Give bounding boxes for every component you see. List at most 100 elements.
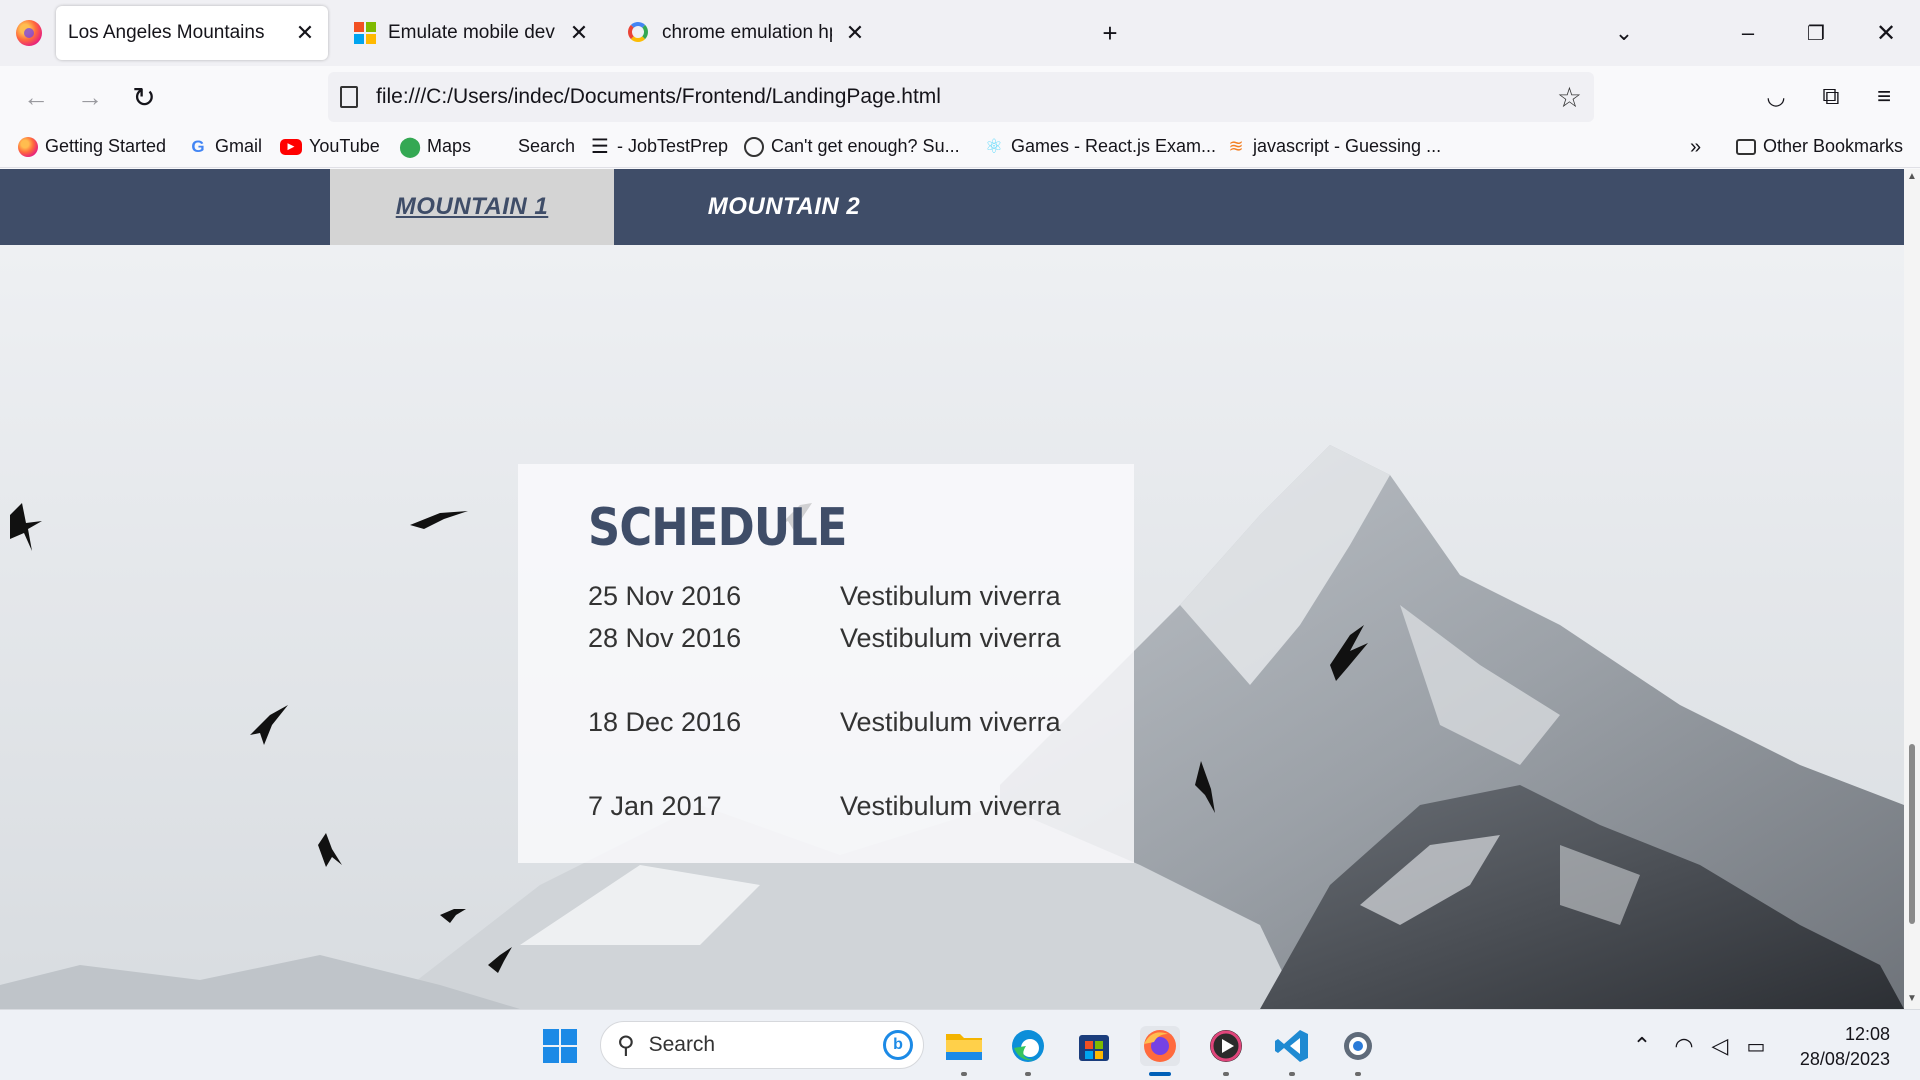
tab-title: Emulate mobile devices (Device	[388, 22, 556, 43]
schedule-date: 25 Nov 2016	[588, 581, 742, 611]
bookmark-label: Maps	[427, 136, 472, 156]
schedule-description: Vestibulum viverra	[840, 623, 1061, 653]
maps-pin-icon: ⬤	[398, 136, 422, 158]
firefox-icon[interactable]	[1140, 1026, 1180, 1076]
tab-title: chrome emulation hp zbook 15	[662, 22, 832, 43]
edge-icon[interactable]	[1008, 1026, 1048, 1076]
scroll-down-arrow-icon[interactable]: ▼	[1906, 993, 1918, 1005]
close-tab-icon[interactable]: ✕	[842, 20, 868, 46]
scroll-up-arrow-icon[interactable]: ▲	[1906, 171, 1918, 183]
youtube-icon: ▶	[280, 138, 302, 155]
react-icon: ⚛	[985, 136, 1003, 158]
tab-los-angeles-mountains[interactable]: Los Angeles Mountains ✕	[56, 6, 328, 60]
close-window-icon[interactable]: ✕	[1866, 13, 1906, 53]
reload-icon[interactable]: ↻	[124, 77, 164, 117]
volume-icon[interactable]: ◁	[1706, 1026, 1734, 1066]
schedule-title: SCHEDULE	[588, 498, 847, 558]
url-text[interactable]: file:///C:/Users/indec/Documents/Fronten…	[376, 85, 1557, 109]
bookmark-games-react[interactable]: ⚛ Games - React.js Exam...	[984, 136, 1217, 158]
microsoft-icon	[354, 22, 376, 44]
bookmark-label: Games - React.js Exam...	[1011, 136, 1217, 156]
close-tab-icon[interactable]: ✕	[292, 20, 318, 46]
schedule-description: Vestibulum viverra	[840, 707, 1061, 737]
running-indicator	[1355, 1072, 1361, 1076]
google-icon	[628, 22, 650, 44]
running-indicator	[1289, 1072, 1295, 1076]
folder-icon	[1736, 138, 1756, 155]
running-indicator	[961, 1072, 967, 1076]
windows-start-icon[interactable]	[540, 1026, 580, 1066]
bookmark-cant-get-enough[interactable]: Can't get enough? Su...	[744, 136, 960, 157]
firefox-menu-icon[interactable]	[16, 20, 42, 46]
page-viewport: MOUNTAIN 1 MOUNTAIN 2 SCHEDULE 25 Nov 20…	[0, 169, 1904, 1009]
hamburger-menu-icon[interactable]: ≡	[1864, 77, 1904, 117]
running-indicator	[1025, 1072, 1031, 1076]
pocket-icon[interactable]: ◡	[1756, 77, 1796, 117]
extensions-puzzle-icon[interactable]: ⧉	[1811, 77, 1851, 117]
stackoverflow-icon: ≋	[1228, 136, 1244, 156]
bookmark-label: - JobTestPrep	[617, 136, 729, 156]
schedule-card: SCHEDULE 25 Nov 2016 Vestibulum viverra …	[518, 464, 1134, 863]
browser-toolbar: ← → ↻ file:///C:/Users/indec/Documents/F…	[0, 66, 1920, 128]
bookmark-label: Getting Started	[45, 136, 167, 156]
nav-tab-mountain-2[interactable]: MOUNTAIN 2	[642, 169, 926, 245]
show-hidden-icons-chevron-icon[interactable]: ⌃	[1622, 1026, 1662, 1066]
bookmark-label: Gmail	[215, 136, 263, 156]
bing-chat-icon[interactable]: b	[883, 1030, 913, 1060]
taskbar-search-box[interactable]: ⚲ Search b	[600, 1021, 924, 1069]
tab-chrome-emulation[interactable]: chrome emulation hp zbook 15 ✕	[612, 6, 878, 60]
bookmark-javascript-guessing[interactable]: ≋ javascript - Guessing ...	[1226, 136, 1441, 157]
schedule-date: 7 Jan 2017	[588, 791, 722, 821]
active-indicator	[1149, 1072, 1171, 1076]
nav-tab-mountain-1[interactable]: MOUNTAIN 1	[330, 169, 614, 245]
globe-icon	[744, 136, 764, 157]
bookmark-label: javascript - Guessing ...	[1253, 136, 1442, 156]
close-tab-icon[interactable]: ✕	[566, 20, 592, 46]
address-bar[interactable]: file:///C:/Users/indec/Documents/Fronten…	[328, 72, 1594, 122]
file-explorer-icon[interactable]	[944, 1026, 984, 1076]
settings-icon[interactable]	[1338, 1026, 1378, 1076]
schedule-description: Vestibulum viverra	[840, 581, 1061, 611]
media-player-icon[interactable]	[1206, 1026, 1246, 1076]
bookmarks-toolbar: Getting Started G Gmail ▶ YouTube ⬤ Maps…	[0, 128, 1920, 168]
tab-emulate-mobile-devices[interactable]: Emulate mobile devices (Device ✕	[338, 6, 602, 60]
list-all-tabs-icon[interactable]: ⌄	[1604, 13, 1644, 53]
bookmark-label: YouTube	[309, 136, 380, 156]
bookmark-label: Search	[518, 136, 576, 156]
back-arrow-icon[interactable]: ←	[16, 77, 56, 117]
bookmark-star-icon[interactable]: ☆	[1557, 81, 1582, 114]
taskbar-clock[interactable]: 12:08 28/08/2023	[1800, 1022, 1890, 1072]
minimize-icon[interactable]: –	[1728, 13, 1768, 53]
schedule-date: 28 Nov 2016	[588, 623, 742, 653]
vscode-icon[interactable]	[1272, 1026, 1312, 1076]
running-indicator	[1223, 1072, 1229, 1076]
page-nav-bar: MOUNTAIN 1 MOUNTAIN 2	[0, 169, 1904, 245]
clock-date: 28/08/2023	[1799, 1049, 1890, 1069]
tab-title: Los Angeles Mountains	[68, 22, 265, 43]
restore-icon[interactable]: ❐	[1796, 13, 1836, 53]
wifi-icon[interactable]: ◠	[1670, 1026, 1698, 1066]
bookmark-label: Can't get enough? Su...	[771, 136, 960, 156]
scrollbar-thumb[interactable]	[1909, 744, 1915, 924]
google-icon: G	[191, 136, 205, 156]
bookmark-gmail[interactable]: G Gmail	[188, 136, 262, 157]
page-file-icon	[340, 86, 358, 108]
windows-taskbar: ⚲ Search b ⌃ ◠ ◁ ▭ 12:08 28/08/2023	[0, 1009, 1920, 1080]
bookmark-label: Other Bookmarks	[1763, 136, 1904, 156]
new-tab-icon[interactable]: +	[1090, 13, 1130, 53]
forward-arrow-icon[interactable]: →	[70, 77, 110, 117]
desktop-screen: Los Angeles Mountains ✕ Emulate mobile d…	[0, 0, 1920, 1080]
bookmark-jobtestprep[interactable]: ☰ - JobTestPrep	[590, 136, 729, 158]
bookmark-youtube[interactable]: ▶ YouTube	[280, 136, 380, 157]
bookmark-maps[interactable]: ⬤ Maps	[398, 136, 472, 158]
clock-time: 12:08	[1844, 1024, 1890, 1044]
battery-icon[interactable]: ▭	[1742, 1026, 1770, 1066]
browser-tab-bar: Los Angeles Mountains ✕ Emulate mobile d…	[0, 0, 1920, 66]
search-icon: ⚲	[617, 1031, 635, 1059]
more-bookmarks-chevron-icon[interactable]: »	[1690, 136, 1701, 159]
other-bookmarks-folder[interactable]: Other Bookmarks	[1736, 136, 1903, 157]
bookmark-search[interactable]: Search	[518, 136, 575, 157]
store-icon[interactable]	[1074, 1026, 1114, 1066]
bookmark-getting-started[interactable]: Getting Started	[18, 136, 166, 157]
page-scrollbar[interactable]: ▲ ▼	[1904, 169, 1920, 1009]
